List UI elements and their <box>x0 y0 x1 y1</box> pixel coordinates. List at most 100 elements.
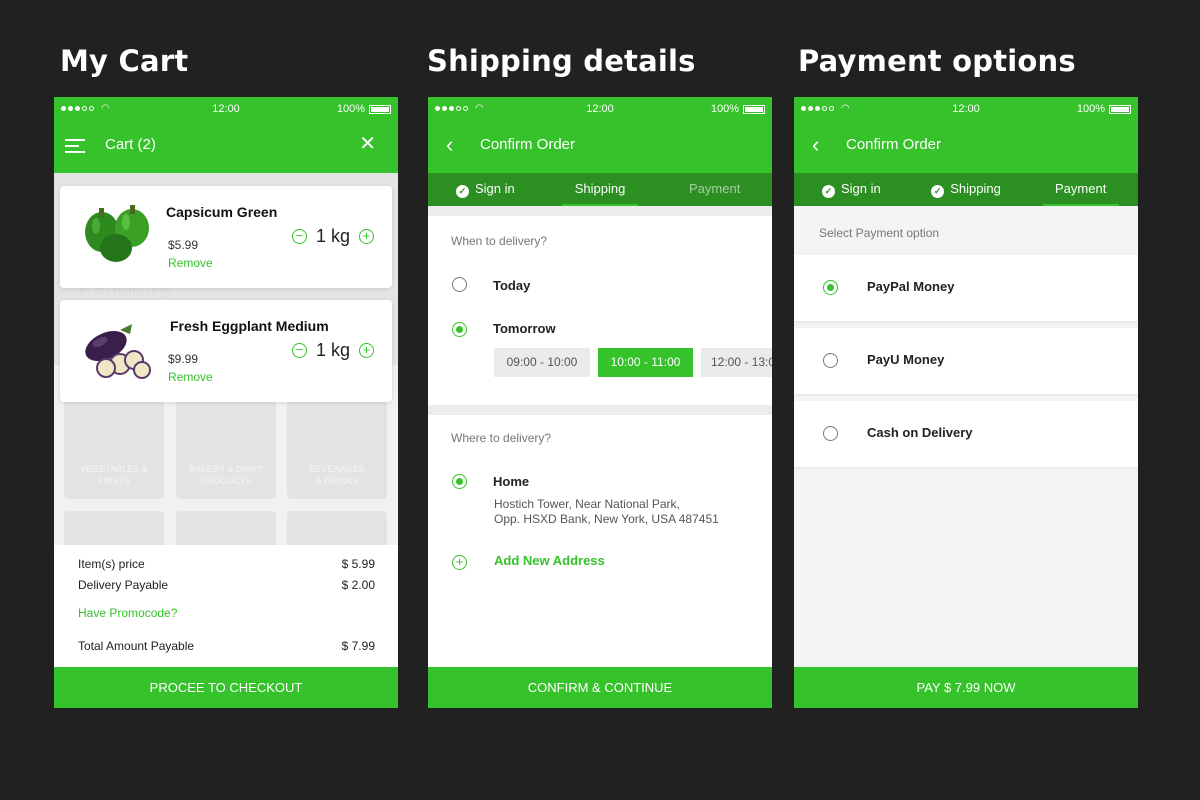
radio-paypal[interactable] <box>823 280 838 295</box>
close-icon[interactable]: ✕ <box>359 134 376 154</box>
page-title: Confirm Order <box>846 136 942 153</box>
time-slot-selected[interactable]: 10:00 - 11:00 <box>598 348 693 377</box>
item-name: Capsicum Green <box>166 204 278 220</box>
page-title: Confirm Order <box>480 136 576 153</box>
radio-cash-on-delivery[interactable] <box>823 426 838 441</box>
delivery-label: Delivery Payable <box>78 578 169 592</box>
remove-button[interactable]: Remove <box>168 256 213 270</box>
quantity-value: 1 kg <box>315 226 350 246</box>
category-tile <box>176 511 276 545</box>
total-value: $ 7.99 <box>341 639 375 653</box>
promocode-link[interactable]: Have Promocode? <box>78 606 177 620</box>
status-bar: ◠ 12:00 100% <box>794 97 1138 121</box>
cart-item: Fresh Eggplant Medium $9.99 Remove − 1 k… <box>60 300 392 402</box>
check-icon: ✓ <box>821 185 835 198</box>
tab-payment[interactable]: Payment <box>657 173 772 206</box>
order-summary: Item(s) price $ 5.99 Delivery Payable $ 2.… <box>54 545 398 667</box>
plus-icon[interactable]: + <box>359 343 374 358</box>
cart-screen: ◠ 12:00 100% Cart (2) ✕ in 30 mins only … <box>54 97 398 708</box>
heading-shipping-details: Shipping details <box>427 44 696 78</box>
where-to-deliver-label: Where to delivery? <box>451 431 552 445</box>
checkout-steps: ✓ Sign in ✓ Shipping Payment <box>794 173 1138 206</box>
payment-option[interactable]: Cash on Delivery <box>794 401 1138 467</box>
payment-screen: ◠ 12:00 100% ‹ Confirm Order ✓ Sign in ✓ S… <box>794 97 1138 708</box>
battery-icon <box>369 104 391 114</box>
back-arrow-icon[interactable]: ‹ <box>446 134 453 156</box>
check-icon: ✓ <box>931 185 945 198</box>
category-tile <box>64 511 164 545</box>
pay-now-button[interactable]: PAY $ 7.99 NOW <box>794 667 1138 708</box>
category-tile: BAKERY & DAIRY PRODUCTS <box>176 401 276 499</box>
check-icon: ✓ <box>455 185 469 198</box>
cart-item: Capsicum Green $5.99 Remove − 1 kg + <box>60 186 392 288</box>
step-label: Payment <box>1055 181 1107 196</box>
payment-option-label: PayPal Money <box>867 279 955 294</box>
address-text: Hostich Tower, Near National Park, Opp. … <box>494 497 719 527</box>
step-label: Shipping <box>574 181 626 196</box>
item-price: $5.99 <box>168 238 199 252</box>
address-line: Hostich Tower, Near National Park, <box>494 497 680 511</box>
battery-percent: 100% <box>1076 103 1105 115</box>
step-label: Sign in <box>474 181 515 196</box>
address-line: Opp. HSXD Bank, New York, USA 487451 <box>494 512 719 526</box>
time-slot[interactable]: 09:00 - 10:00 <box>494 348 590 377</box>
battery-icon <box>743 104 765 114</box>
step-label: Shipping <box>950 181 1001 196</box>
status-bar: ◠ 12:00 100% <box>428 97 772 121</box>
category-tile <box>287 511 387 545</box>
option-tomorrow: Tomorrow <box>493 321 556 336</box>
minus-icon[interactable]: − <box>291 343 307 358</box>
payment-option[interactable]: PayPal Money <box>794 255 1138 321</box>
add-circle-icon[interactable]: + <box>452 555 467 570</box>
total-label: Total Amount Payable <box>78 639 195 653</box>
capsicum-image <box>85 205 149 262</box>
items-price-value: $ 5.99 <box>341 557 375 571</box>
tab-sign-in[interactable]: ✓ Sign in <box>794 173 909 206</box>
checkout-button[interactable]: PROCEE TO CHECKOUT <box>54 667 398 708</box>
app-bar: ‹ Confirm Order <box>794 121 1138 173</box>
add-new-address-button[interactable]: Add New Address <box>494 553 605 568</box>
quantity-value: 1 kg <box>315 340 350 360</box>
battery-percent: 100% <box>710 103 739 115</box>
when-to-deliver-label: When to delivery? <box>451 234 548 248</box>
select-payment-label: Select Payment option <box>819 226 940 240</box>
tab-shipping[interactable]: Shipping <box>543 173 658 206</box>
category-tile: BEVERAGES & DRINKS <box>287 401 387 499</box>
minus-icon[interactable]: − <box>291 229 307 244</box>
category-tile-label: VEGETABLES & FRUITS <box>80 464 148 486</box>
category-tile-label: BEVERAGES & DRINKS <box>309 464 365 486</box>
item-name: Fresh Eggplant Medium <box>170 318 329 334</box>
heading-my-cart: My Cart <box>60 44 189 78</box>
tab-shipping[interactable]: ✓ Shipping <box>909 173 1024 206</box>
back-arrow-icon[interactable]: ‹ <box>812 134 819 156</box>
radio-tomorrow[interactable] <box>452 322 467 337</box>
delivery-value: $ 2.00 <box>341 578 375 592</box>
quantity-stepper: − 1 kg + <box>291 340 374 361</box>
confirm-continue-button[interactable]: CONFIRM & CONTINUE <box>428 667 772 708</box>
page-title: Cart (2) <box>105 136 156 153</box>
time-slot[interactable]: 12:00 - 13:00 <box>701 348 772 377</box>
tab-sign-in[interactable]: ✓ Sign in <box>428 173 543 206</box>
category-tile: VEGETABLES & FRUITS <box>64 401 164 499</box>
radio-home[interactable] <box>452 474 467 489</box>
battery-icon <box>1109 104 1131 114</box>
heading-payment-options: Payment options <box>798 44 1076 78</box>
category-tile-label: BAKERY & DAIRY PRODUCTS <box>188 464 264 486</box>
app-bar: ‹ Confirm Order <box>428 121 772 173</box>
eggplant-image <box>85 324 151 379</box>
status-bar: ◠ 12:00 100% <box>54 97 398 121</box>
item-price: $9.99 <box>168 352 199 366</box>
shipping-screen: ◠ 12:00 100% ‹ Confirm Order ✓ Sign in Sh… <box>428 97 772 708</box>
items-price-label: Item(s) price <box>78 557 145 571</box>
menu-icon[interactable] <box>65 139 85 157</box>
payment-option-label: PayU Money <box>867 352 945 367</box>
payment-option-label: Cash on Delivery <box>867 425 973 440</box>
address-home-label: Home <box>493 474 530 489</box>
tab-payment[interactable]: Payment <box>1023 173 1138 206</box>
plus-icon[interactable]: + <box>359 229 374 244</box>
payment-option[interactable]: PayU Money <box>794 328 1138 394</box>
radio-payu[interactable] <box>823 353 838 368</box>
remove-button[interactable]: Remove <box>168 370 213 384</box>
payment-options-list: Select Payment option PayPal Money PayU … <box>794 206 1138 667</box>
radio-today[interactable] <box>452 277 467 292</box>
